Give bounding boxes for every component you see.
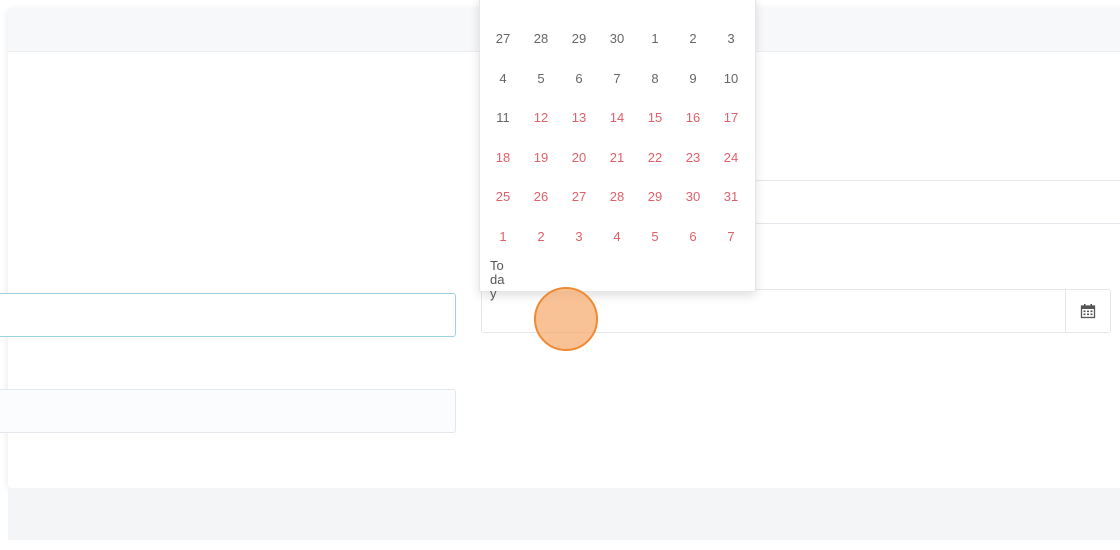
calendar-day[interactable]: 13 bbox=[560, 98, 598, 138]
calendar-day[interactable]: 2 bbox=[674, 19, 712, 59]
calendar-day[interactable]: 21 bbox=[598, 138, 636, 178]
calendar-day[interactable]: 19 bbox=[522, 138, 560, 178]
calendar-day[interactable]: 26 bbox=[522, 177, 560, 217]
calendar-day[interactable]: 31 bbox=[712, 177, 750, 217]
calendar-day[interactable]: 3 bbox=[712, 19, 750, 59]
calendar-icon bbox=[1080, 304, 1096, 319]
calendar-day[interactable]: 24 bbox=[712, 138, 750, 178]
footer-strip bbox=[8, 488, 1120, 540]
calendar-day[interactable]: 4 bbox=[484, 59, 522, 99]
calendar-day[interactable]: 18 bbox=[484, 138, 522, 178]
calendar-day[interactable]: 6 bbox=[674, 217, 712, 257]
calendar-day[interactable]: 29 bbox=[636, 177, 674, 217]
calendar-day[interactable]: 27 bbox=[484, 19, 522, 59]
calendar-day[interactable]: 7 bbox=[598, 59, 636, 99]
calendar-day[interactable]: 4 bbox=[598, 217, 636, 257]
calendar-day[interactable]: 6 bbox=[560, 59, 598, 99]
calendar-day[interactable]: 28 bbox=[598, 177, 636, 217]
calendar-day[interactable]: 5 bbox=[636, 217, 674, 257]
calendar-days-grid: 27 28 29 30 1 2 3 4 5 6 7 8 9 10 11 12 13 14 15 16 17 18 19 20 2… bbox=[484, 19, 751, 256]
calendar-day[interactable]: 29 bbox=[560, 19, 598, 59]
calendar-day[interactable]: 14 bbox=[598, 98, 636, 138]
text-field-right[interactable] bbox=[755, 180, 1120, 224]
calendar-day[interactable]: 9 bbox=[674, 59, 712, 99]
calendar-day[interactable]: 17 bbox=[712, 98, 750, 138]
calendar-day[interactable]: 27 bbox=[560, 177, 598, 217]
calendar-day[interactable]: 7 bbox=[712, 217, 750, 257]
calendar-day[interactable]: 25 bbox=[484, 177, 522, 217]
calendar-day[interactable]: 20 bbox=[560, 138, 598, 178]
calendar-day[interactable]: 1 bbox=[636, 19, 674, 59]
calendar-day[interactable]: 23 bbox=[674, 138, 712, 178]
calendar-day[interactable]: 8 bbox=[636, 59, 674, 99]
datepicker-dropdown: 27 28 29 30 1 2 3 4 5 6 7 8 9 10 11 12 13 14 15 16 17 18 19 20 2… bbox=[479, 0, 756, 301]
calendar-day[interactable]: 15 bbox=[636, 98, 674, 138]
calendar-day[interactable]: 2 bbox=[522, 217, 560, 257]
calendar-day[interactable]: 5 bbox=[522, 59, 560, 99]
text-field-left-focused[interactable] bbox=[0, 293, 456, 337]
calendar-day[interactable]: 30 bbox=[598, 19, 636, 59]
calendar-day[interactable]: 1 bbox=[484, 217, 522, 257]
calendar-day[interactable]: 28 bbox=[522, 19, 560, 59]
calendar-day[interactable]: 3 bbox=[560, 217, 598, 257]
calendar-day[interactable]: 16 bbox=[674, 98, 712, 138]
calendar-day[interactable]: 22 bbox=[636, 138, 674, 178]
calendar-day[interactable]: 11 bbox=[484, 98, 522, 138]
today-button[interactable]: Today bbox=[490, 259, 510, 301]
calendar-day[interactable]: 30 bbox=[674, 177, 712, 217]
click-indicator bbox=[534, 287, 598, 351]
calendar-button[interactable] bbox=[1065, 290, 1110, 332]
calendar-day[interactable]: 12 bbox=[522, 98, 560, 138]
text-field-left-bottom[interactable] bbox=[0, 389, 456, 433]
calendar-day[interactable]: 10 bbox=[712, 59, 750, 99]
